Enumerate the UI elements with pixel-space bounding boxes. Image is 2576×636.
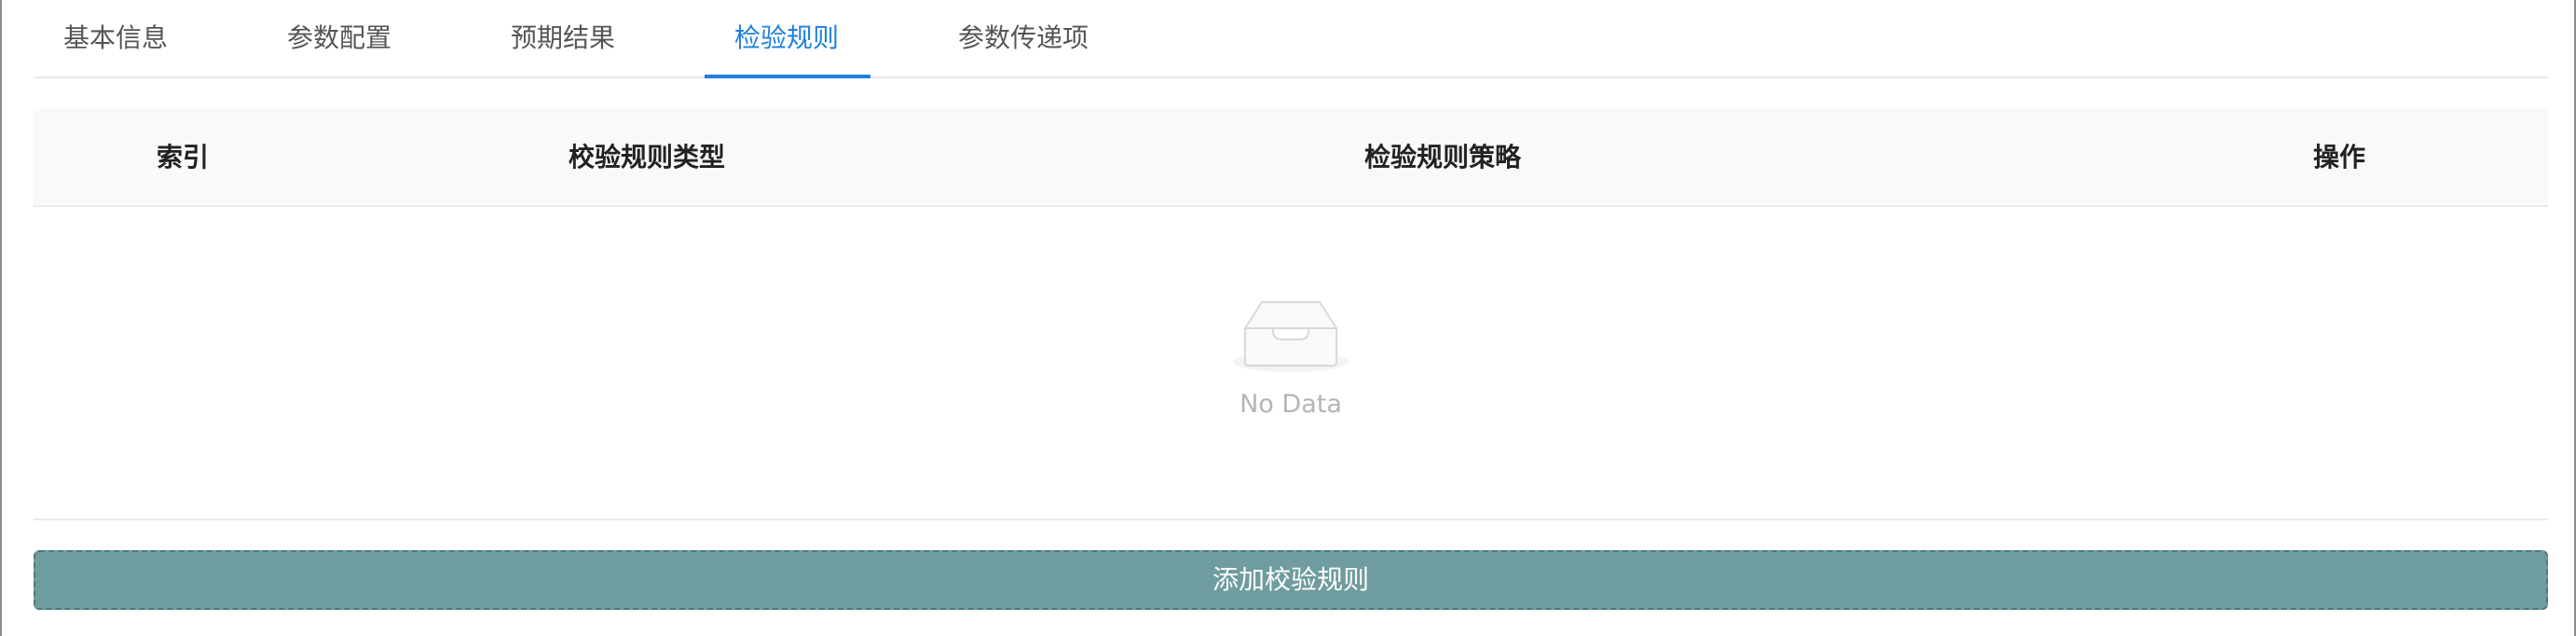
tab-expected-result[interactable]: 预期结果 xyxy=(511,0,615,78)
tab-basic-info[interactable]: 基本信息 xyxy=(63,0,168,78)
tab-param-config[interactable]: 参数配置 xyxy=(287,0,391,78)
add-check-rule-button[interactable]: 添加校验规则 xyxy=(34,550,2548,610)
table-body: No Data xyxy=(34,207,2548,520)
tab-bar: 基本信息 参数配置 预期结果 检验规则 参数传递项 xyxy=(34,0,2548,78)
column-header-actions: 操作 xyxy=(2313,142,2366,173)
column-header-index: 索引 xyxy=(157,142,210,173)
tab-check-rules[interactable]: 检验规则 xyxy=(734,0,839,78)
panel-frame: 基本信息 参数配置 预期结果 检验规则 参数传递项 索引 校验规则类型 检验规则… xyxy=(0,0,2576,636)
empty-inbox-icon xyxy=(1233,301,1349,372)
tab-param-passing[interactable]: 参数传递项 xyxy=(958,0,1089,78)
column-header-rule-type: 校验规则类型 xyxy=(569,142,726,173)
column-header-rule-strategy: 检验规则策略 xyxy=(1364,142,1522,173)
table-header: 索引 校验规则类型 检验规则策略 操作 xyxy=(34,108,2548,207)
active-tab-indicator xyxy=(705,75,870,78)
empty-state: No Data xyxy=(34,207,2548,520)
empty-state-text: No Data xyxy=(1240,390,1342,419)
rules-table: 索引 校验规则类型 检验规则策略 操作 No Data xyxy=(34,108,2548,520)
